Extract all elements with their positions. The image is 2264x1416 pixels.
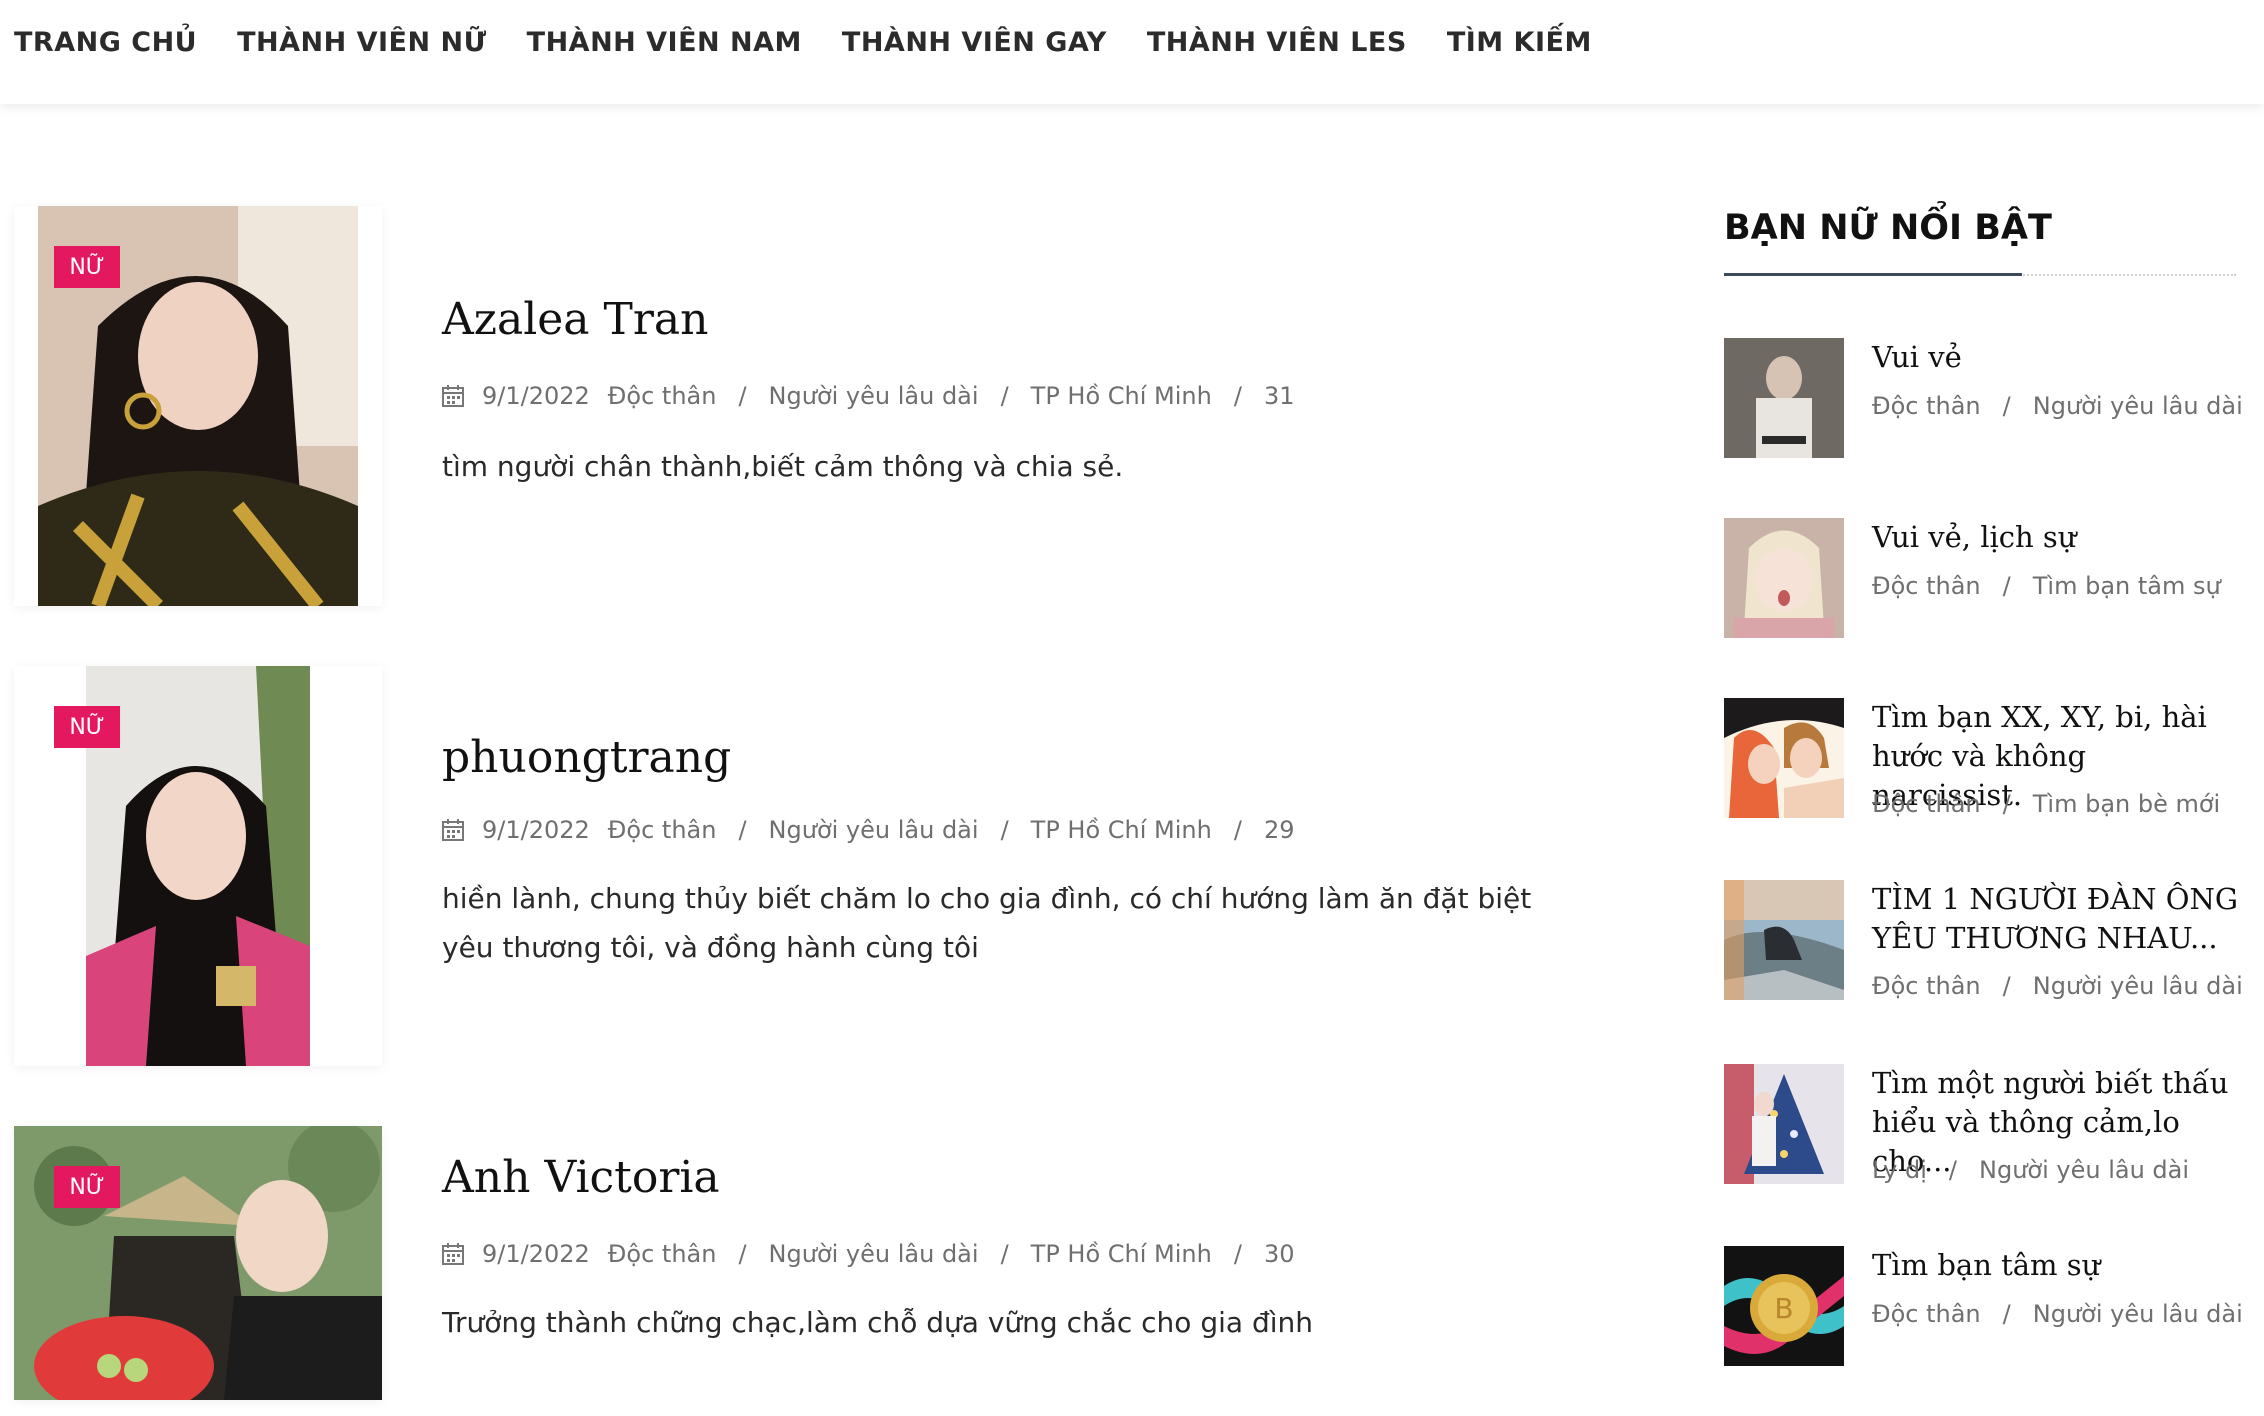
separator: / [2002,572,2011,600]
post-meta: 9/1/2022 Độc thân / Người yêu lâu dài / … [442,816,1294,844]
post-excerpt: tìm người chân thành,biết cảm thông và c… [442,450,1124,483]
separator: / [738,816,747,844]
separator: / [1233,1240,1242,1268]
post-excerpt: hiền lành, chung thủy biết chăm lo cho g… [442,882,1532,964]
relationship-goal: Người yêu lâu dài [2032,972,2243,1000]
member-name[interactable]: Azalea Tran [442,294,708,345]
relationship-goal: Người yêu lâu dài [2032,1300,2243,1328]
featured-member-photo[interactable]: B [1724,1246,1844,1366]
featured-member-meta: Ly dị / Người yêu lâu dài [1872,1156,2189,1184]
calendar-icon [442,385,464,407]
marital-status: Độc thân [1872,1300,1981,1328]
relationship-goal: Tìm bạn bè mới [2032,790,2221,818]
calendar-icon [442,1243,464,1265]
post-meta: 9/1/2022 Độc thân / Người yêu lâu dài / … [442,1240,1294,1268]
featured-member-name[interactable]: Vui vẻ, lịch sự [1872,518,2242,557]
nav-menu: TRANG CHỦ THÀNH VIÊN NỮ THÀNH VIÊN NAM T… [0,0,2264,84]
post-thumbnail[interactable]: NỮ [14,1126,382,1400]
featured-member-photo[interactable] [1724,1064,1844,1184]
nav-les-members[interactable]: THÀNH VIÊN LES [1147,27,1407,58]
relationship-goal: Người yêu lâu dài [768,816,979,844]
separator: / [2002,790,2011,818]
marital-status: Độc thân [1872,392,1981,420]
calendar-icon [442,819,464,841]
separator: / [738,1240,747,1268]
separator: / [738,382,747,410]
separator: / [2002,1300,2011,1328]
location: TP Hồ Chí Minh [1030,1240,1212,1268]
post-thumbnail[interactable]: NỮ [14,206,382,606]
relationship-goal: Người yêu lâu dài [768,382,979,410]
gender-tag: NỮ [54,246,120,288]
post-thumbnail[interactable]: NỮ [14,666,382,1066]
member-name[interactable]: phuongtrang [442,732,731,783]
featured-member-photo[interactable] [1724,338,1844,458]
post-date: 9/1/2022 [482,816,590,844]
separator: / [1948,1156,1957,1184]
sidebar-title: BẠN NỮ NỔI BẬT [1724,208,2052,248]
relationship-goal: Người yêu lâu dài [1979,1156,2190,1184]
age: 29 [1263,816,1295,844]
featured-member-meta: Độc thân / Người yêu lâu dài [1872,1300,2243,1328]
location: TP Hồ Chí Minh [1030,816,1212,844]
featured-member-meta: Độc thân / Người yêu lâu dài [1872,972,2243,1000]
marital-status: Độc thân [1872,972,1981,1000]
post-meta: 9/1/2022 Độc thân / Người yêu lâu dài / … [442,382,1294,410]
featured-member-photo[interactable] [1724,880,1844,1000]
relationship-goal: Người yêu lâu dài [2032,392,2243,420]
location: TP Hồ Chí Minh [1030,382,1212,410]
separator: / [1233,816,1242,844]
nav-male-members[interactable]: THÀNH VIÊN NAM [527,27,802,58]
marital-status: Độc thân [1872,790,1981,818]
featured-member-photo[interactable] [1724,698,1844,818]
marital-status: Độc thân [607,816,717,844]
gender-tag: NỮ [54,1166,120,1208]
nav-female-members[interactable]: THÀNH VIÊN NỮ [237,27,487,58]
post-excerpt: Trưởng thành chững chạc,làm chỗ dựa vững… [442,1306,1313,1339]
marital-status: Ly dị [1872,1156,1927,1184]
svg-text:B: B [1774,1292,1793,1325]
relationship-goal: Tìm bạn tâm sự [2032,572,2221,600]
separator: / [1000,816,1009,844]
marital-status: Độc thân [607,382,717,410]
featured-member-name[interactable]: Tìm bạn tâm sự [1872,1246,2242,1285]
sidebar-title-underline [1724,273,2022,276]
marital-status: Độc thân [607,1240,717,1268]
age: 30 [1263,1240,1295,1268]
gender-tag: NỮ [54,706,120,748]
nav-home[interactable]: TRANG CHỦ [14,27,197,58]
separator: / [2002,392,2011,420]
separator: / [2002,972,2011,1000]
separator: / [1233,382,1242,410]
featured-member-photo[interactable] [1724,518,1844,638]
featured-member-meta: Độc thân / Người yêu lâu dài [1872,392,2243,420]
separator: / [1000,1240,1009,1268]
nav-search[interactable]: TÌM KIẾM [1447,27,1592,58]
member-name[interactable]: Anh Victoria [442,1152,720,1203]
featured-member-meta: Độc thân / Tìm bạn tâm sự [1872,572,2221,600]
nav-gay-members[interactable]: THÀNH VIÊN GAY [842,27,1107,58]
age: 31 [1263,382,1295,410]
separator: / [1000,382,1009,410]
relationship-goal: Người yêu lâu dài [768,1240,979,1268]
featured-member-meta: Độc thân / Tìm bạn bè mới [1872,790,2220,818]
featured-member-name[interactable]: TÌM 1 NGƯỜI ĐÀN ÔNG YÊU THƯƠNG NHAU... [1872,880,2242,958]
top-navigation: TRANG CHỦ THÀNH VIÊN NỮ THÀNH VIÊN NAM T… [0,0,2264,104]
post-date: 9/1/2022 [482,382,590,410]
featured-member-name[interactable]: Vui vẻ [1872,338,2242,377]
post-date: 9/1/2022 [482,1240,590,1268]
marital-status: Độc thân [1872,572,1981,600]
